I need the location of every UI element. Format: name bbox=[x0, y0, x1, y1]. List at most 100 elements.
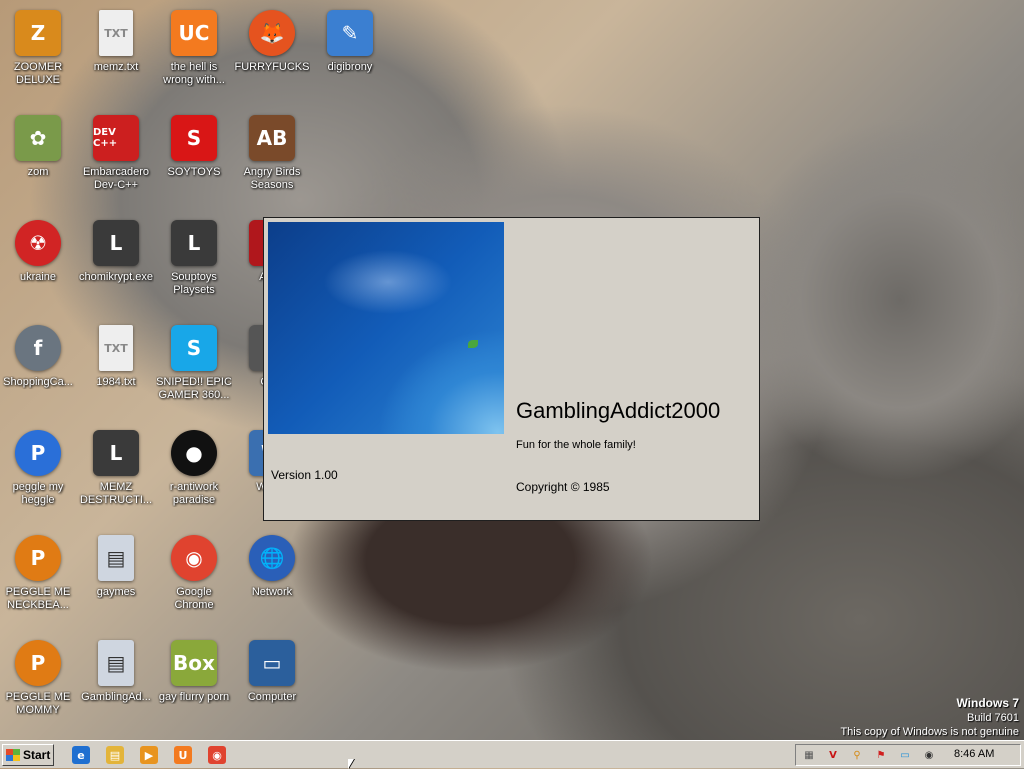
chrome-icon[interactable]: ◉ bbox=[208, 746, 226, 764]
desktop-icon-label: Souptoys Playsets bbox=[171, 271, 217, 296]
desktop-icon-label: the hell is wrong with... bbox=[163, 61, 225, 86]
desktop-icon-image: Z bbox=[15, 10, 61, 56]
desktop-icon-label: Network bbox=[251, 586, 293, 598]
windows-flag-icon bbox=[6, 749, 20, 761]
desktop-icon[interactable]: ✿ zom bbox=[0, 109, 76, 205]
desktop-icon-label: 1984.txt bbox=[96, 376, 136, 388]
desktop-icon-image: L bbox=[171, 220, 217, 266]
app-title: GamblingAddict2000 bbox=[516, 398, 721, 423]
start-button[interactable]: Start bbox=[2, 744, 54, 766]
desktop-icon-image: TXT bbox=[99, 10, 133, 56]
media-player-icon[interactable]: ▶ bbox=[140, 746, 158, 764]
desktop-icon-image: P bbox=[15, 430, 61, 476]
desktop-icon-label: MEMZ DESTRUCTI... bbox=[79, 481, 153, 506]
clock[interactable]: 8:46 AM bbox=[954, 748, 994, 760]
desktop-icon[interactable]: S SNIPED!! EPIC GAMER 360... bbox=[156, 319, 232, 415]
desktop-icon-label: ShoppingCa... bbox=[3, 376, 73, 388]
desktop-icon[interactable]: AB Angry Birds Seasons bbox=[234, 109, 310, 205]
desktop-icon[interactable]: Lchomikrypt.exe bbox=[78, 214, 154, 310]
desktop-icon-label: GamblingAd... bbox=[81, 691, 151, 703]
desktop-icon[interactable]: P PEGGLE ME NECKBEA... bbox=[0, 529, 76, 625]
watermark-os: Windows 7 bbox=[956, 696, 1019, 710]
desktop-icon-image: f bbox=[15, 325, 61, 371]
desktop-icon[interactable]: ▭ Computer bbox=[234, 634, 310, 730]
desktop-icon-label: Embarcadero Dev-C++ bbox=[82, 166, 150, 191]
watermark-build: Build 7601 bbox=[967, 712, 1019, 724]
desktop-icon-label: gaymes bbox=[96, 586, 136, 598]
desktop-icon-label: Computer bbox=[247, 691, 297, 703]
tray-network-icon[interactable]: ▭ bbox=[898, 748, 912, 762]
tray-v-icon[interactable]: V bbox=[826, 748, 840, 762]
desktop-icon-label: chomikrypt.exe bbox=[79, 271, 153, 283]
desktop-icon-label: Google Chrome bbox=[174, 586, 214, 611]
app-copyright: Copyright © 1985 bbox=[516, 480, 610, 494]
desktop-icon-label: r-antiwork paradise bbox=[169, 481, 219, 506]
desktop-icon-image: ▤ bbox=[98, 535, 134, 581]
desktop-icon[interactable]: S SOYTOYS bbox=[156, 109, 232, 205]
desktop-icon[interactable]: P PEGGLE ME MOMMY bbox=[0, 634, 76, 730]
desktop-icon[interactable]: Box gay flurry porn bbox=[156, 634, 232, 730]
desktop-icon-image: ☢ bbox=[15, 220, 61, 266]
desktop-icon-label: gay flurry porn bbox=[158, 691, 230, 703]
desktop-icon-image: L bbox=[93, 430, 139, 476]
desktop-icon-image: 🌐 bbox=[249, 535, 295, 581]
desktop-icon-image: S bbox=[171, 115, 217, 161]
desktop-icon[interactable]: Z ZOOMER DELUXE bbox=[0, 4, 76, 100]
desktop-icon[interactable]: L MEMZ DESTRUCTI... bbox=[78, 424, 154, 520]
desktop-icon-label: Angry Birds Seasons bbox=[243, 166, 301, 191]
internet-explorer-icon[interactable]: e bbox=[72, 746, 90, 764]
desktop-icon[interactable]: 🦊 FURRYFUCKS bbox=[234, 4, 310, 100]
desktop-icon[interactable]: ◉ Google Chrome bbox=[156, 529, 232, 625]
desktop-icon-image: DEV C++ bbox=[93, 115, 139, 161]
desktop-icon-label: memz.txt bbox=[93, 61, 139, 73]
desktop-icon-label: digibrony bbox=[327, 61, 373, 73]
desktop-icon-label: zom bbox=[27, 166, 49, 178]
desktop-icon-label: FURRYFUCKS bbox=[234, 61, 310, 73]
desktop-icon[interactable]: ▤ GamblingAd... bbox=[78, 634, 154, 730]
desktop-icon-label: peggle my heggle bbox=[12, 481, 64, 506]
desktop-icon[interactable]: ☢ ukraine bbox=[0, 214, 76, 310]
desktop-icon-image: 🦊 bbox=[249, 10, 295, 56]
desktop-icon[interactable]: TXT 1984.txt bbox=[78, 319, 154, 415]
desktop-icon-label: SNIPED!! EPIC GAMER 360... bbox=[156, 376, 232, 401]
desktop-icon-image: ✿ bbox=[15, 115, 61, 161]
desktop-icon-image: L bbox=[93, 220, 139, 266]
desktop-icon-image: ✎ bbox=[327, 10, 373, 56]
desktop-icon[interactable]: DEV C++ Embarcadero Dev-C++ bbox=[78, 109, 154, 205]
desktop-icon[interactable]: Ppeggle my heggle bbox=[0, 424, 76, 520]
tray-search-icon[interactable]: ⚲ bbox=[850, 748, 864, 762]
desktop-icon-label: ZOOMER DELUXE bbox=[13, 61, 63, 86]
desktop-icon-label: PEGGLE ME NECKBEA... bbox=[5, 586, 71, 611]
desktop-icon-image: TXT bbox=[99, 325, 133, 371]
desktop-icon-label: SOYTOYS bbox=[167, 166, 221, 178]
desktop-icon-image: P bbox=[15, 640, 61, 686]
splash-image bbox=[268, 222, 504, 434]
desktop-icon[interactable]: ▤ gaymes bbox=[78, 529, 154, 625]
desktop-icon[interactable]: TXT memz.txt bbox=[78, 4, 154, 100]
desktop-icon[interactable]: f ShoppingCa... bbox=[0, 319, 76, 415]
desktop-icon-image: ◉ bbox=[171, 535, 217, 581]
tray-volume-icon[interactable]: ◉ bbox=[922, 748, 936, 762]
tray-app-icon[interactable]: ▦ bbox=[802, 748, 816, 762]
desktop-icon[interactable]: 🌐 Network bbox=[234, 529, 310, 625]
desktop-icon-image: S bbox=[171, 325, 217, 371]
desktop-icon-image: ▭ bbox=[249, 640, 295, 686]
uc-browser-icon[interactable]: U bbox=[174, 746, 192, 764]
system-tray: ▦ V ⚲ ⚑ ▭ ◉ 8:46 AM bbox=[795, 744, 1021, 766]
explorer-icon[interactable]: ▤ bbox=[106, 746, 124, 764]
app-version: Version 1.00 bbox=[271, 468, 338, 482]
desktop-icon-image: Box bbox=[171, 640, 217, 686]
about-dialog: GamblingAddict2000 Fun for the whole fam… bbox=[263, 217, 760, 521]
desktop-icon[interactable]: L Souptoys Playsets bbox=[156, 214, 232, 310]
desktop-icon-image: UC bbox=[171, 10, 217, 56]
desktop-icon[interactable]: UC the hell is wrong with... bbox=[156, 4, 232, 100]
desktop-icon[interactable]: ✎ digibrony bbox=[312, 4, 388, 100]
start-label: Start bbox=[23, 748, 51, 762]
desktop-icon-image: AB bbox=[249, 115, 295, 161]
desktop-icon[interactable]: ● r-antiwork paradise bbox=[156, 424, 232, 520]
desktop-icon-image: P bbox=[15, 535, 61, 581]
desktop-icon-image: ● bbox=[171, 430, 217, 476]
desktop-icon-image: ▤ bbox=[98, 640, 134, 686]
leaf-decoration bbox=[468, 340, 478, 348]
tray-flag-icon[interactable]: ⚑ bbox=[874, 748, 888, 762]
